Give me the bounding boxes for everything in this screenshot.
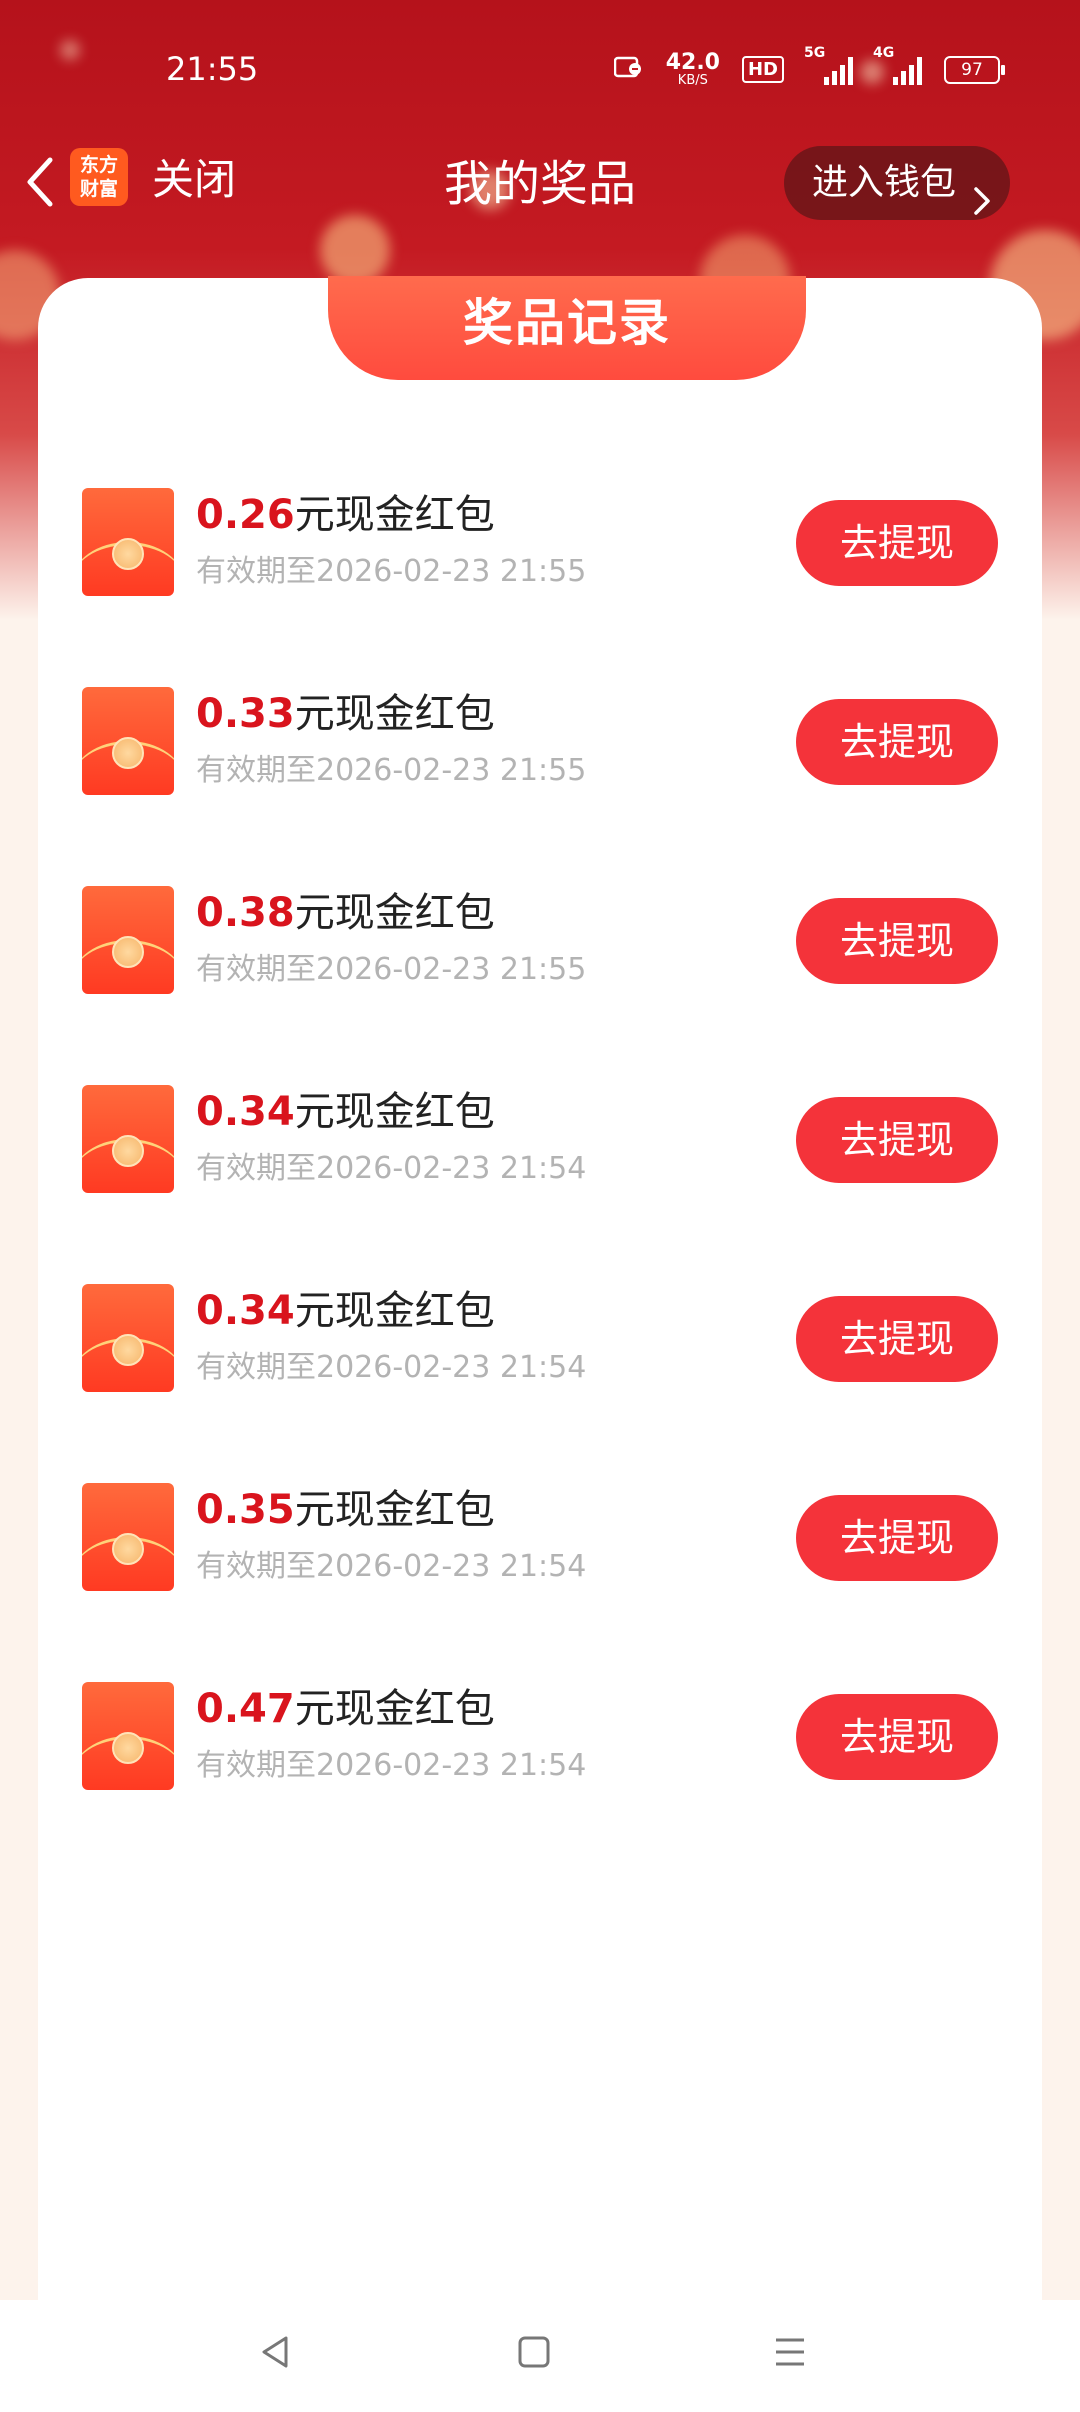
- prize-item: 0.34元现金红包有效期至2026-02-23 21:54 去提现: [38, 1085, 1042, 1284]
- prize-title: 0.34元现金红包: [196, 1284, 495, 1338]
- prize-item: 0.38元现金红包有效期至2026-02-23 21:55 去提现: [38, 886, 1042, 1085]
- prize-item: 0.33元现金红包有效期至2026-02-23 21:55 去提现: [38, 687, 1042, 886]
- red-envelope-icon: [82, 1284, 174, 1392]
- signal-4g-icon: 4G: [873, 45, 922, 85]
- prize-title: 0.33元现金红包: [196, 687, 495, 741]
- network-speed: 42.0 KB/S: [665, 50, 720, 88]
- prize-type: 元现金红包: [294, 1288, 495, 1334]
- withdraw-button[interactable]: 去提现: [796, 699, 998, 785]
- nfc-icon: [613, 55, 644, 84]
- prize-title: 0.26元现金红包: [196, 488, 495, 542]
- enter-wallet-label: 进入钱包: [812, 162, 957, 203]
- red-envelope-icon: [82, 1483, 174, 1591]
- prize-amount: 0.35: [196, 1487, 295, 1533]
- prize-expiry: 有效期至2026-02-23 21:55: [196, 554, 587, 589]
- nav-back-icon[interactable]: [254, 2330, 304, 2380]
- prize-amount: 0.33: [196, 691, 295, 737]
- prize-type: 元现金红包: [294, 492, 495, 538]
- withdraw-button[interactable]: 去提现: [796, 1694, 998, 1780]
- prize-amount: 0.38: [196, 890, 295, 936]
- red-envelope-icon: [82, 886, 174, 994]
- enter-wallet-button[interactable]: 进入钱包: [784, 146, 1010, 220]
- prize-type: 元现金红包: [294, 1487, 495, 1533]
- chevron-right-icon: [972, 168, 992, 215]
- prize-type: 元现金红包: [294, 691, 495, 737]
- prize-record-card: 奖品记录 0.26元现金红包 有效期至2026-02-23 21:55 去提现 0.3…: [38, 276, 1042, 2328]
- nav-menu-icon[interactable]: [768, 2330, 818, 2380]
- prize-expiry: 有效期至2026-02-23 21:55: [196, 753, 587, 788]
- withdraw-button[interactable]: 去提现: [796, 1495, 998, 1581]
- withdraw-button[interactable]: 去提现: [796, 898, 998, 984]
- red-envelope-icon: [82, 1085, 174, 1193]
- prize-item: 0.26元现金红包有效期至2026-02-23 21:55 去提现: [38, 488, 1042, 687]
- prize-amount: 0.47: [196, 1686, 295, 1732]
- title-bar: 东方 财富 关闭 我的奖品 进入钱包: [0, 140, 1080, 260]
- prize-page: 21:55 42.0 KB/S HD 5G 4G 97 东方 财富 关闭 我的奖…: [0, 0, 1080, 2412]
- prize-list: 0.26元现金红包 有效期至2026-02-23 21:55 去提现 0.33元现金红…: [38, 488, 1042, 1881]
- prize-expiry: 有效期至2026-02-23 21:54: [196, 1151, 587, 1186]
- prize-expiry: 有效期至2026-02-23 21:54: [196, 1350, 587, 1385]
- battery-icon: 97: [944, 55, 1005, 84]
- prize-item: 0.47元现金红包有效期至2026-02-23 21:54 去提现: [38, 1682, 1042, 1881]
- red-envelope-icon: [82, 488, 174, 596]
- status-icons: 42.0 KB/S HD 5G 4G 97: [613, 45, 1005, 88]
- prize-type: 元现金红包: [294, 890, 495, 936]
- prize-type: 元现金红包: [294, 1089, 495, 1135]
- red-envelope-icon: [82, 687, 174, 795]
- signal-5g-icon: 5G: [804, 45, 853, 85]
- status-time: 21:55: [166, 50, 259, 88]
- prize-item: 0.35元现金红包有效期至2026-02-23 21:54 去提现: [38, 1483, 1042, 1682]
- red-envelope-icon: [82, 1682, 174, 1790]
- prize-expiry: 有效期至2026-02-23 21:54: [196, 1748, 587, 1783]
- withdraw-button[interactable]: 去提现: [796, 1097, 998, 1183]
- tab-title: 奖品记录: [463, 294, 671, 352]
- prize-amount: 0.34: [196, 1288, 295, 1334]
- prize-item: 0.34元现金红包有效期至2026-02-23 21:54 去提现: [38, 1284, 1042, 1483]
- prize-expiry: 有效期至2026-02-23 21:55: [196, 952, 587, 987]
- prize-expiry: 有效期至2026-02-23 21:54: [196, 1549, 587, 1584]
- status-bar: 21:55 42.0 KB/S HD 5G 4G 97: [0, 0, 1080, 140]
- prize-amount: 0.34: [196, 1089, 295, 1135]
- prize-title: 0.38元现金红包: [196, 886, 495, 940]
- withdraw-button[interactable]: 去提现: [796, 1296, 998, 1382]
- withdraw-button[interactable]: 去提现: [796, 500, 998, 586]
- prize-title: 0.35元现金红包: [196, 1483, 495, 1537]
- prize-amount: 0.26: [196, 492, 295, 538]
- prize-title: 0.34元现金红包: [196, 1085, 495, 1139]
- system-nav-bar: [0, 2300, 1080, 2412]
- prize-title: 0.47元现金红包: [196, 1682, 495, 1736]
- prize-type: 元现金红包: [294, 1686, 495, 1732]
- nav-home-icon[interactable]: [512, 2330, 562, 2380]
- hd-voice-icon: HD: [741, 56, 784, 83]
